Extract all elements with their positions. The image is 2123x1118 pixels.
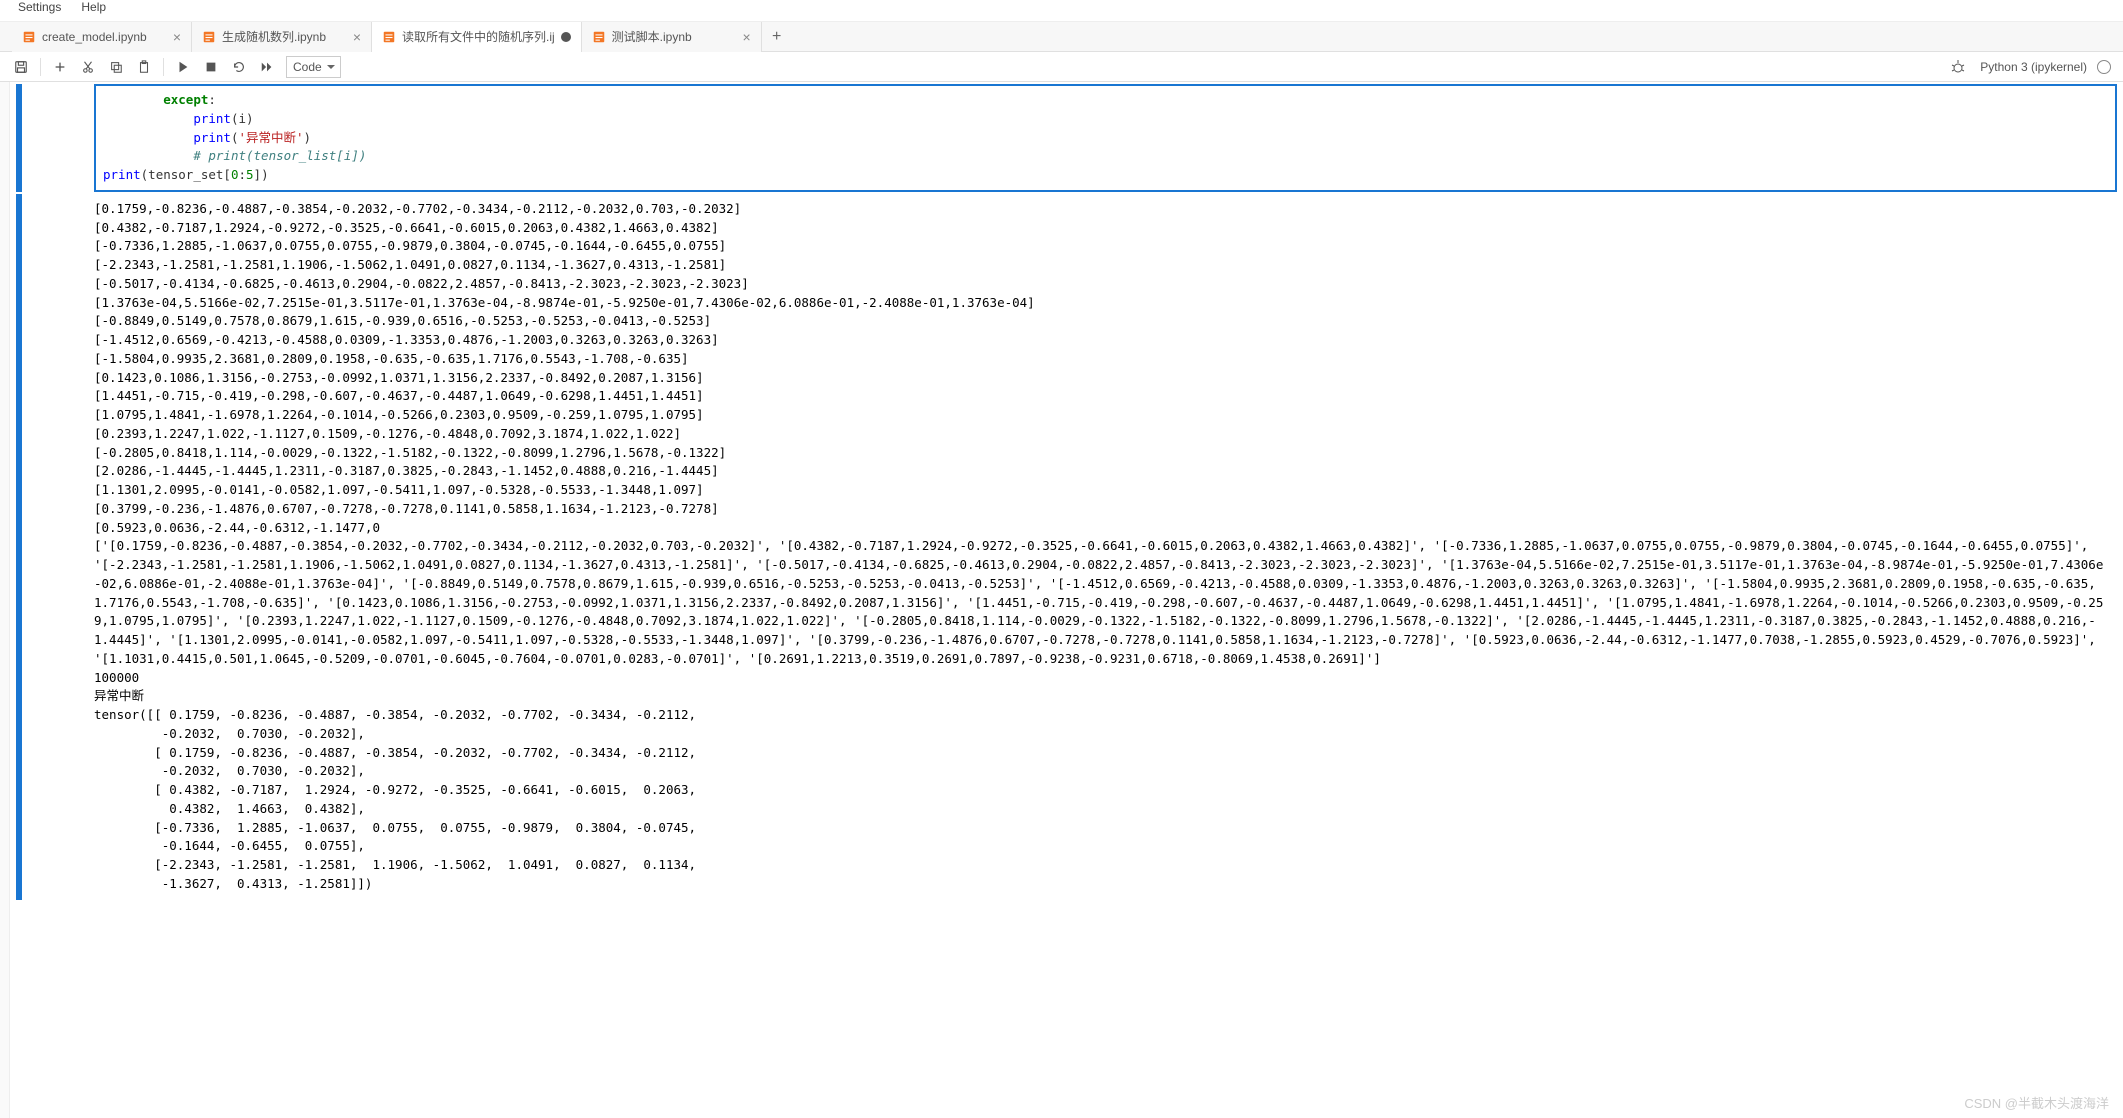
copy-button[interactable] <box>103 55 129 79</box>
restart-button[interactable] <box>226 55 252 79</box>
dirty-indicator-icon <box>561 32 571 42</box>
notebook-icon <box>202 30 216 44</box>
tab[interactable]: 生成随机数列.ipynb × <box>192 22 372 52</box>
tab-label: 读取所有文件中的随机序列.ij <box>402 28 555 45</box>
stop-button[interactable] <box>198 55 224 79</box>
kernel-name[interactable]: Python 3 (ipykernel) <box>1980 60 2087 74</box>
insert-cell-button[interactable] <box>47 55 73 79</box>
debugger-icon[interactable] <box>1950 59 1966 75</box>
tab-label: create_model.ipynb <box>42 30 167 44</box>
menu-help[interactable]: Help <box>71 0 116 18</box>
tabbar: create_model.ipynb × 生成随机数列.ipynb × 读取所有文件中的… <box>0 22 2123 52</box>
code-cell[interactable]: except: print(i) print('异常中断') # print(t… <box>16 84 2117 192</box>
run-button[interactable] <box>170 55 196 79</box>
menubar: Settings Help <box>0 0 2123 22</box>
save-button[interactable] <box>8 55 34 79</box>
menu-settings[interactable]: Settings <box>8 0 71 18</box>
tab[interactable]: 读取所有文件中的随机序列.ij <box>372 22 582 52</box>
toolbar: Code Python 3 (ipykernel) <box>0 52 2123 82</box>
notebook-icon <box>592 30 606 44</box>
tab[interactable]: 测试脚本.ipynb × <box>582 22 762 52</box>
close-tab-button[interactable]: × <box>173 30 181 44</box>
kernel-status-icon <box>2097 60 2111 74</box>
close-tab-button[interactable]: × <box>742 30 750 44</box>
output-prompt <box>24 194 94 900</box>
left-gutter <box>0 82 10 1118</box>
cell-type-select[interactable]: Code <box>286 56 341 78</box>
tab[interactable]: create_model.ipynb × <box>12 22 192 52</box>
tab-label: 生成随机数列.ipynb <box>222 28 347 45</box>
new-tab-button[interactable]: + <box>762 28 792 46</box>
close-tab-button[interactable]: × <box>353 30 361 44</box>
notebook-icon <box>382 30 396 44</box>
notebook[interactable]: except: print(i) print('异常中断') # print(t… <box>10 82 2123 1118</box>
cell-selection-bar <box>16 84 22 192</box>
cut-button[interactable] <box>75 55 101 79</box>
code-input[interactable]: except: print(i) print('异常中断') # print(t… <box>94 84 2117 192</box>
cell-prompt <box>24 84 94 192</box>
restart-run-all-button[interactable] <box>254 55 280 79</box>
tab-label: 测试脚本.ipynb <box>612 28 737 45</box>
paste-button[interactable] <box>131 55 157 79</box>
code-output: [0.1759,-0.8236,-0.4887,-0.3854,-0.2032,… <box>94 194 2117 900</box>
notebook-icon <box>22 30 36 44</box>
output-cell: [0.1759,-0.8236,-0.4887,-0.3854,-0.2032,… <box>16 194 2117 900</box>
cell-output-bar <box>16 194 22 900</box>
